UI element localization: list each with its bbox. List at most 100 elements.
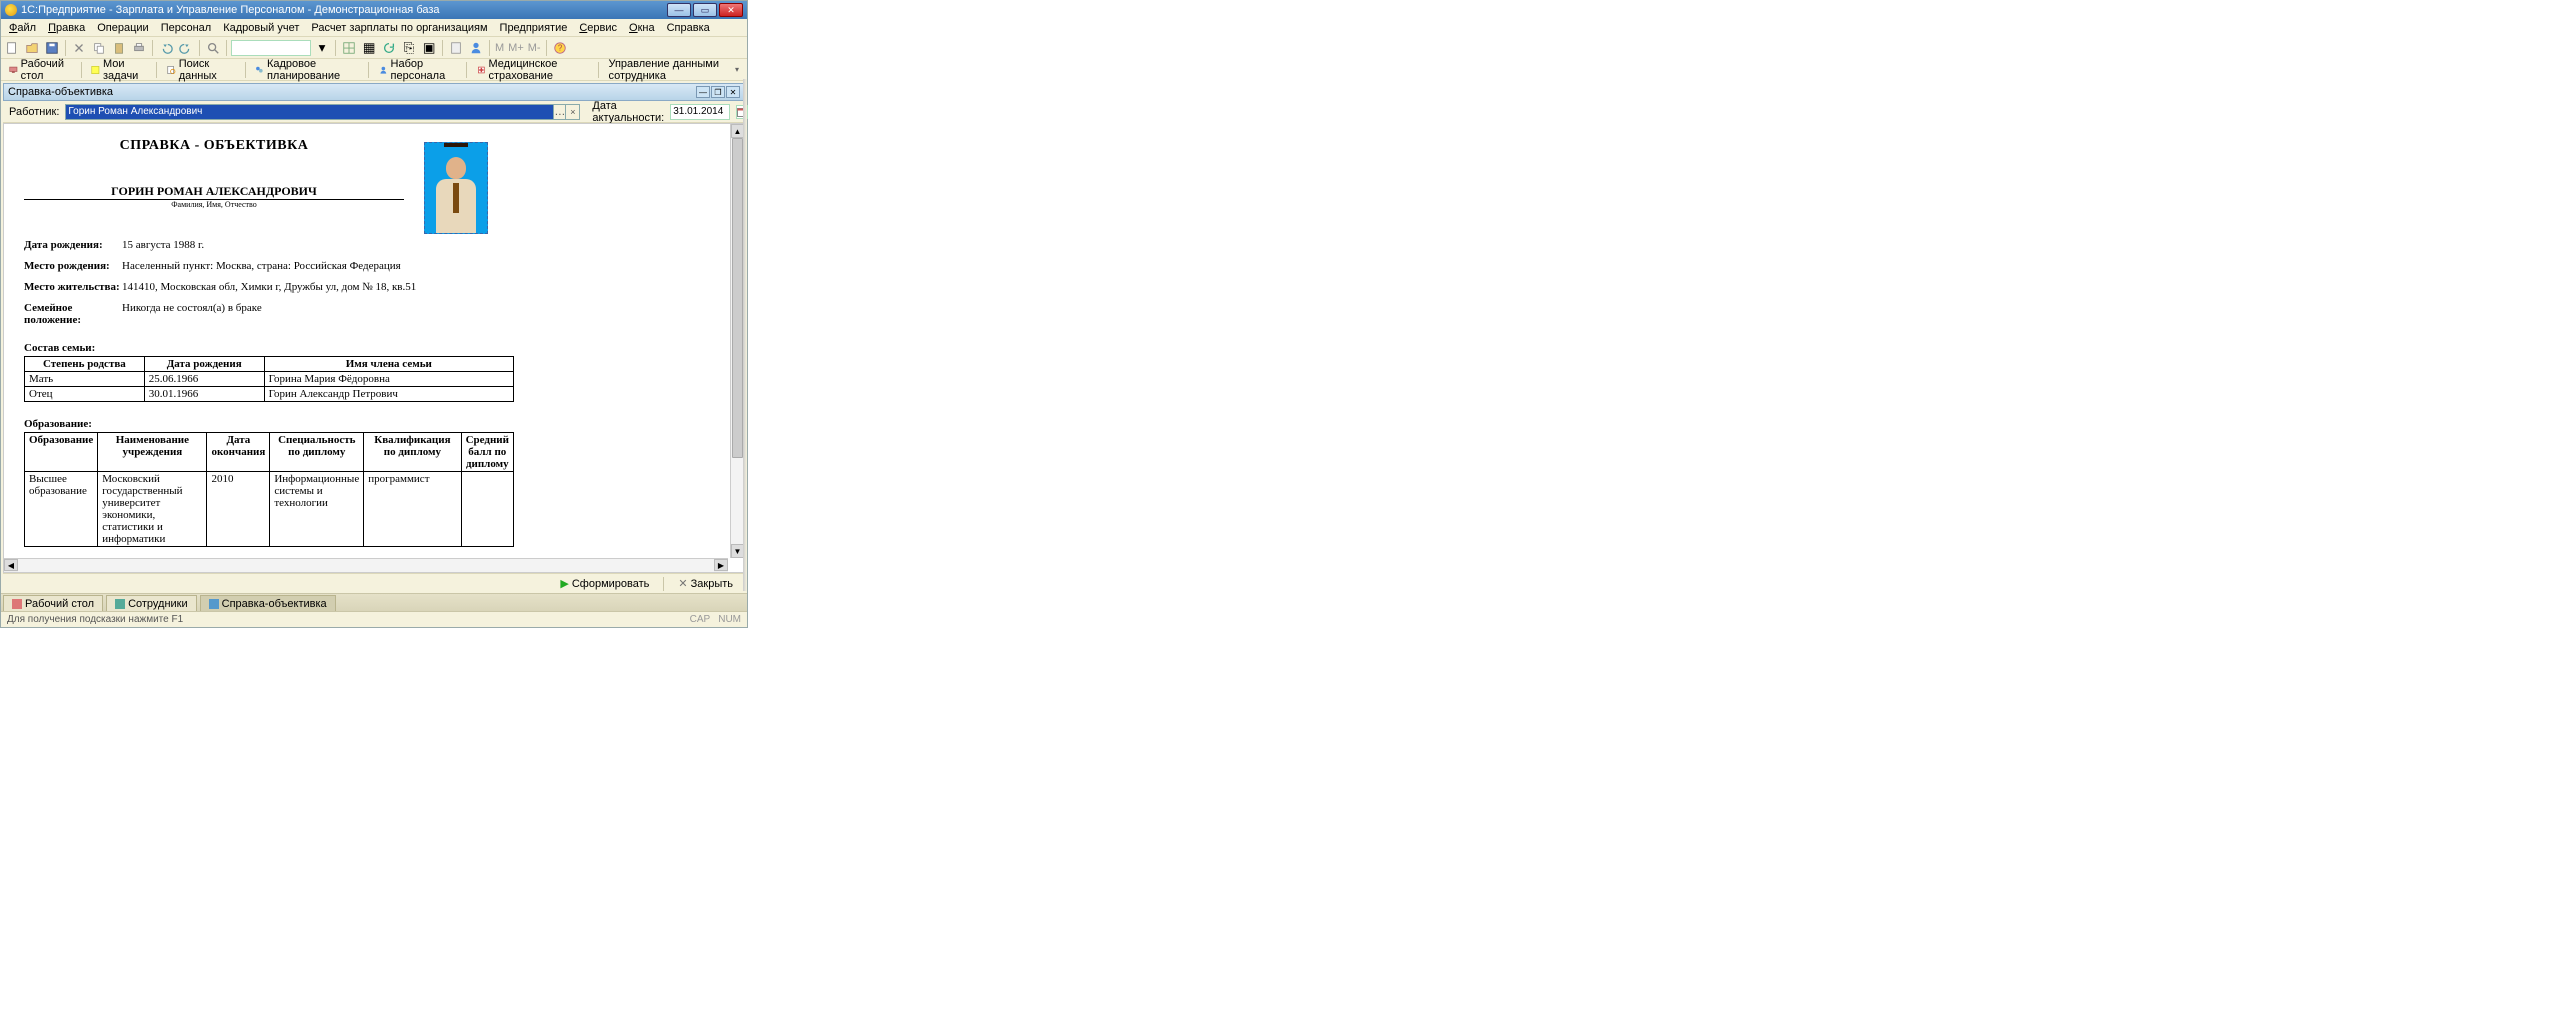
play-icon: ▶ <box>560 577 568 590</box>
separator <box>546 40 547 56</box>
planning-icon <box>255 64 264 76</box>
td: 25.06.1966 <box>144 372 264 387</box>
find-icon[interactable] <box>204 39 222 57</box>
nav-tasks[interactable]: Мои задачи <box>87 56 150 84</box>
employee-field[interactable]: Горин Роман Александрович … × <box>65 104 580 120</box>
kv-row: Семейное положение:Никогда не состоял(а)… <box>24 302 724 326</box>
close-button[interactable]: ✕ <box>719 3 743 17</box>
nav-recruit[interactable]: Набор персонала <box>375 56 460 84</box>
scroll-right-icon[interactable]: ▶ <box>714 559 728 571</box>
separator <box>226 40 227 56</box>
kv-value: 141410, Московская обл, Химки г, Дружбы … <box>122 281 724 293</box>
print-icon[interactable] <box>130 39 148 57</box>
close-report-button[interactable]: ✕ Закрыть <box>674 575 737 592</box>
menu-hr[interactable]: Кадровый учет <box>217 20 305 36</box>
horizontal-scrollbar[interactable]: ◀ ▶ <box>4 558 728 572</box>
menu-file[interactable]: Файл <box>3 20 42 36</box>
employee-label: Работник: <box>9 106 59 118</box>
subwindow-title: Справка-объективка <box>8 86 696 98</box>
scroll-left-icon[interactable]: ◀ <box>4 559 18 571</box>
save-icon[interactable] <box>43 39 61 57</box>
separator <box>368 62 369 78</box>
date-label: Дата актуальности: <box>592 100 664 124</box>
sub-minimize-button[interactable]: — <box>696 86 710 98</box>
separator <box>65 40 66 56</box>
tab-label: Справка-объективка <box>222 598 327 610</box>
td: Отец <box>25 387 145 402</box>
help-icon[interactable]: ? <box>551 39 569 57</box>
cut-icon[interactable] <box>70 39 88 57</box>
link-icon[interactable]: ⎘ <box>400 39 418 57</box>
m-minus: M- <box>527 42 542 54</box>
action-bar: ▶ Сформировать ✕ Закрыть <box>3 573 745 593</box>
tab[interactable]: Рабочий стол <box>3 595 103 611</box>
paste-icon[interactable] <box>110 39 128 57</box>
maximize-button[interactable]: ▭ <box>693 3 717 17</box>
minimize-button[interactable]: — <box>667 3 691 17</box>
kv-key: Семейное положение: <box>24 302 122 326</box>
menu-help[interactable]: Справка <box>661 20 716 36</box>
sub-restore-button[interactable]: ❐ <box>711 86 725 98</box>
copy2-icon[interactable]: ▣ <box>420 39 438 57</box>
separator <box>466 62 467 78</box>
nav-planning[interactable]: Кадровое планирование <box>251 56 362 84</box>
separator <box>442 40 443 56</box>
subwindow-titlebar: Справка-объективка — ❐ ✕ <box>3 83 745 101</box>
menu-payroll[interactable]: Расчет зарплаты по организациям <box>305 20 493 36</box>
tab-label: Сотрудники <box>128 598 188 610</box>
refresh-icon[interactable] <box>380 39 398 57</box>
copy-icon[interactable] <box>90 39 108 57</box>
tab-label: Рабочий стол <box>25 598 94 610</box>
scroll-thumb[interactable] <box>732 138 743 458</box>
edu-table: ОбразованиеНаименование учрежденияДата о… <box>24 432 514 547</box>
open-icon[interactable] <box>23 39 41 57</box>
date-field[interactable] <box>670 104 730 120</box>
nav-empdata[interactable]: Управление данными сотрудника ▾ <box>604 56 743 84</box>
nav-desktop[interactable]: Рабочий стол <box>5 56 75 84</box>
menu-personnel[interactable]: Персонал <box>155 20 218 36</box>
merge-icon[interactable]: ▦ <box>360 39 378 57</box>
new-icon[interactable] <box>3 39 21 57</box>
right-splitter[interactable] <box>743 79 747 591</box>
nav-medical[interactable]: Медицинское страхование <box>473 56 592 84</box>
status-hint: Для получения подсказки нажмите F1 <box>7 614 682 625</box>
search-input[interactable] <box>231 40 311 56</box>
menu-service[interactable]: Сервис <box>573 20 623 36</box>
sub-close-button[interactable]: ✕ <box>726 86 740 98</box>
nav-search[interactable]: Поиск данных <box>163 56 235 84</box>
th: Средний балл по диплому <box>461 433 513 472</box>
vertical-scrollbar[interactable]: ▲ ▼ <box>730 124 744 558</box>
td: Высшее образование <box>25 472 98 547</box>
separator <box>598 62 599 78</box>
employee-select-button[interactable]: … <box>553 105 565 119</box>
parameter-bar: Работник: Горин Роман Александрович … × … <box>3 101 745 123</box>
undo-icon[interactable] <box>157 39 175 57</box>
employee-clear-button[interactable]: × <box>565 105 579 119</box>
grid-icon[interactable] <box>340 39 358 57</box>
calc-icon[interactable] <box>447 39 465 57</box>
tab-icon <box>209 599 219 609</box>
menu-edit[interactable]: Правка <box>42 20 91 36</box>
table-row: Мать25.06.1966Горина Мария Фёдоровна <box>25 372 514 387</box>
dropdown-icon: ▾ <box>735 65 739 74</box>
separator <box>81 62 82 78</box>
td: Информационные системы и технологии <box>270 472 364 547</box>
tasks-icon <box>91 64 100 76</box>
menu-enterprise[interactable]: Предприятие <box>494 20 574 36</box>
tab[interactable]: Справка-объективка <box>200 595 336 611</box>
menu-operations[interactable]: Операции <box>91 20 154 36</box>
th: Дата рождения <box>144 357 264 372</box>
generate-button[interactable]: ▶ Сформировать <box>556 575 653 592</box>
separator <box>199 40 200 56</box>
users-icon[interactable] <box>467 39 485 57</box>
kv-value: Никогда не состоял(а) в браке <box>122 302 724 326</box>
tab[interactable]: Сотрудники <box>106 595 197 611</box>
m-label: M <box>494 42 505 54</box>
m-plus: M+ <box>507 42 525 54</box>
kv-key: Дата рождения: <box>24 239 122 251</box>
menu-windows[interactable]: Окна <box>623 20 661 36</box>
search-dropdown-icon[interactable]: ▾ <box>313 39 331 57</box>
document-area: СПРАВКА - ОБЪЕКТИВКА ГОРИН РОМАН АЛЕКСАН… <box>3 123 745 573</box>
redo-icon[interactable] <box>177 39 195 57</box>
family-table: Степень родстваДата рожденияИмя члена се… <box>24 356 514 402</box>
